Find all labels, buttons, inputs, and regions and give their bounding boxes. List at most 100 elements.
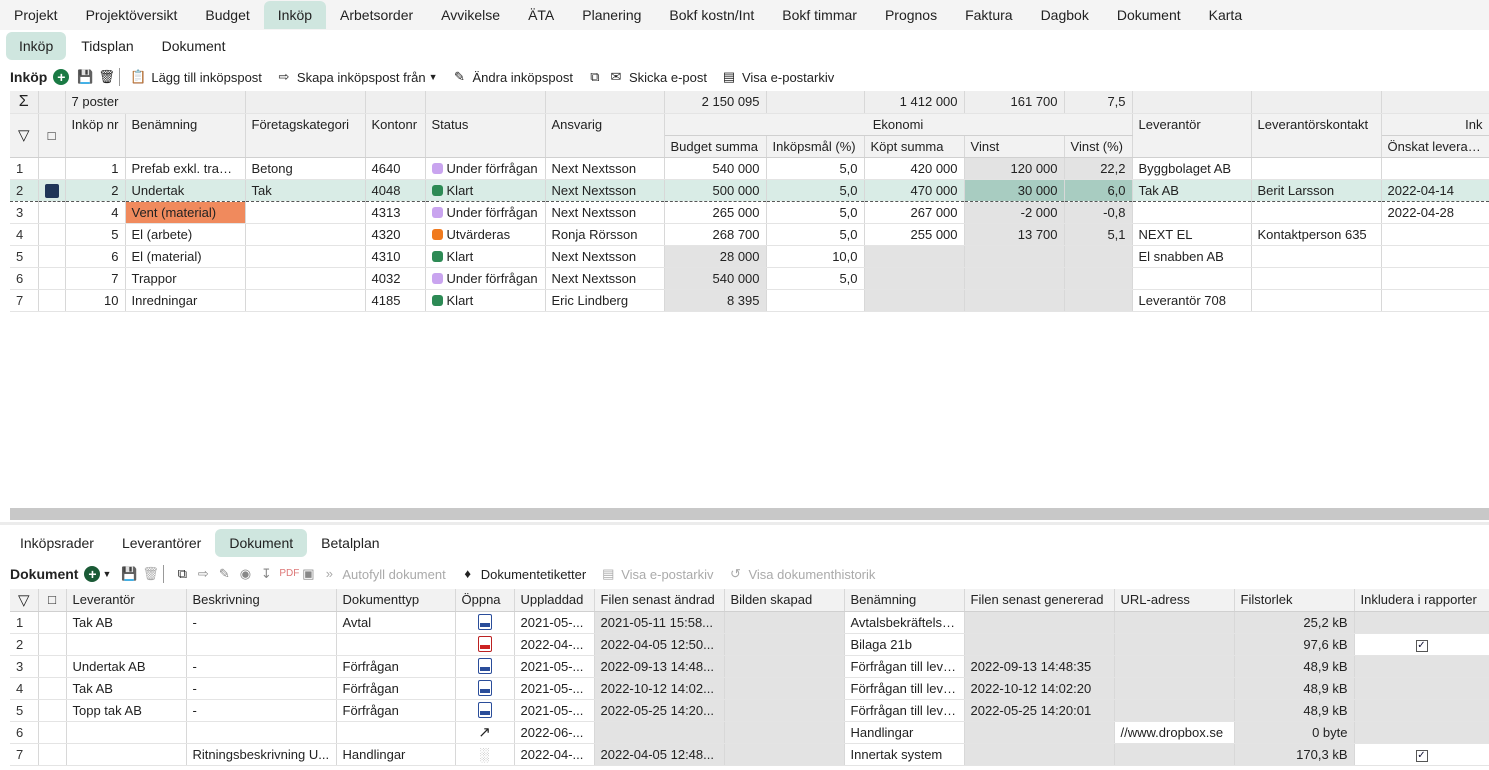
add-icon[interactable]: + (53, 69, 70, 85)
cell-ben[interactable]: El (arbete) (125, 223, 246, 246)
top-tab-13[interactable]: Dokument (1103, 1, 1195, 29)
cell-kopt[interactable]: 255 000 (864, 223, 965, 246)
cell-ink[interactable] (1354, 611, 1489, 634)
col-benamning[interactable]: Benämning (125, 113, 246, 158)
cell-lev[interactable]: Byggbolaget AB (1132, 157, 1252, 180)
cell-konto[interactable]: 4185 (365, 289, 426, 312)
cell-status[interactable]: Klart (425, 245, 546, 268)
bottom-tab-2[interactable]: Dokument (215, 529, 308, 557)
cell-konto[interactable]: 4313 (365, 201, 426, 224)
cell-ben[interactable]: Undertak (125, 178, 246, 202)
send-email-button[interactable]: ✉ Skicka e-post (608, 69, 707, 85)
cell-note[interactable] (38, 201, 66, 224)
col-foretagskategori[interactable]: Företagskategori (245, 113, 366, 158)
bottom-tab-3[interactable]: Betalplan (307, 529, 393, 557)
cell-note[interactable] (38, 157, 66, 180)
sub-tab-0[interactable]: Inköp (6, 32, 67, 60)
cell-kontakt[interactable]: Kontaktperson 635 (1251, 223, 1382, 246)
autofill-button[interactable]: » Autofyll dokument (321, 566, 446, 582)
cell-note[interactable] (38, 223, 66, 246)
cell-datum[interactable]: 2022-04-28 (1381, 201, 1489, 224)
cell-ink[interactable] (1354, 677, 1489, 700)
cell-nr[interactable]: 7 (65, 267, 126, 290)
cell-ansv[interactable]: Eric Lindberg (545, 289, 665, 312)
col-vinst-pct[interactable]: Vinst (%) (1064, 135, 1133, 158)
cell-kontakt[interactable] (1251, 289, 1382, 312)
cell-lev[interactable]: NEXT EL (1132, 223, 1252, 246)
cell-status[interactable]: Under förfrågan (425, 267, 546, 290)
col-leverantorskontakt[interactable]: Leverantörskontakt (1251, 113, 1382, 158)
top-tab-11[interactable]: Faktura (951, 1, 1026, 29)
external-link-icon[interactable]: ↗ (478, 724, 491, 741)
cell-kat[interactable] (245, 289, 366, 312)
edit-purchase-button[interactable]: ✎ Ändra inköpspost (451, 69, 573, 85)
col-inkludera[interactable]: Inkludera i rapporter (1354, 589, 1489, 612)
bottom-tab-0[interactable]: Inköpsrader (6, 529, 108, 557)
col-leverantor[interactable]: Leverantör (1132, 113, 1252, 158)
cell-note[interactable] (38, 267, 66, 290)
col-oppna[interactable]: Öppna (455, 589, 515, 612)
col-inkopsmal[interactable]: Inköpsmål (%) (766, 135, 865, 158)
cell-kontakt[interactable]: Berit Larsson (1251, 178, 1382, 202)
cell-vpct[interactable] (1064, 245, 1133, 268)
cell-budget[interactable]: 540 000 (664, 267, 767, 290)
col-benamning[interactable]: Benämning (844, 589, 965, 612)
table-row[interactable]: 1 1 Prefab exkl. trapp... Betong 4640 Under f… (10, 157, 1489, 180)
cell-datum[interactable]: 2022-04-14 (1381, 178, 1489, 202)
cell-vinst[interactable] (964, 245, 1065, 268)
doc-row[interactable]: 5 Topp tak AB - Förfrågan 2021-05-... 2022-05… (10, 699, 1489, 722)
cell-kontakt[interactable] (1251, 245, 1382, 268)
cell-budget[interactable]: 8 395 (664, 289, 767, 312)
cell-ansv[interactable]: Next Nextsson (545, 201, 665, 224)
cell-kat[interactable]: Tak (245, 178, 366, 202)
col-onskat[interactable]: Önskat leveransda (1381, 135, 1489, 158)
doc-row[interactable]: 3 Undertak AB - Förfrågan 2021-05-... 2022-09… (10, 655, 1489, 678)
cell-kat[interactable] (245, 201, 366, 224)
cell-vinst[interactable]: -2 000 (964, 201, 1065, 224)
include-checkbox[interactable]: ✓ (1415, 750, 1428, 762)
edit-icon[interactable]: ✎ (216, 566, 232, 582)
include-checkbox[interactable]: ✓ (1415, 640, 1428, 652)
col-beskrivning[interactable]: Beskrivning (186, 589, 337, 612)
email-archive-button[interactable]: ▤ Visa e-postarkiv (721, 69, 834, 85)
cell-kopt[interactable] (864, 245, 965, 268)
cell-kat[interactable] (245, 245, 366, 268)
cell-nr[interactable]: 1 (65, 157, 126, 180)
email-archive-button[interactable]: ▤ Visa e-postarkiv (600, 566, 713, 582)
cell-lev[interactable] (1132, 201, 1252, 224)
doc-row[interactable]: 7 Ritningsbeskrivning U... Handlingar ░ 2022… (10, 743, 1489, 766)
save-icon[interactable]: 💾 (77, 69, 93, 85)
cell-open[interactable] (455, 677, 515, 700)
col-uppladdad[interactable]: Uppladdad (514, 589, 595, 612)
bottom-tab-1[interactable]: Leverantörer (108, 529, 215, 557)
doc-file-icon[interactable] (477, 680, 492, 697)
cell-ink[interactable]: ✓ (1354, 743, 1489, 766)
top-tab-1[interactable]: Projektöversikt (72, 1, 192, 29)
cell-note[interactable] (38, 289, 66, 312)
image-icon[interactable]: ▣ (300, 566, 316, 582)
sub-tab-2[interactable]: Dokument (149, 32, 239, 60)
col-kontonr[interactable]: Kontonr (365, 113, 426, 158)
table-row[interactable]: 5 6 El (material) 4310 Klart Next Nextsson 28 … (10, 245, 1489, 268)
col-dokumenttyp[interactable]: Dokumenttyp (336, 589, 456, 612)
cell-datum[interactable] (1381, 245, 1489, 268)
cell-nr[interactable]: 2 (65, 178, 126, 202)
cell-open[interactable]: ↗ (455, 721, 515, 744)
cell-open[interactable] (455, 655, 515, 678)
filter-icon[interactable]: ▽ (10, 113, 39, 158)
cell-nr[interactable]: 5 (65, 223, 126, 246)
cell-n[interactable]: 2 (10, 178, 39, 202)
table-row[interactable]: 4 5 El (arbete) 4320 Utvärderas Ronja Rörsson… (10, 223, 1489, 246)
document-tags-button[interactable]: ♦ Dokumentetiketter (460, 566, 586, 582)
table-row[interactable]: 6 7 Trappor 4032 Under förfrågan Next Nextsso… (10, 267, 1489, 290)
cell-ben[interactable]: Vent (material) (125, 201, 246, 224)
cell-kopt[interactable]: 267 000 (864, 201, 965, 224)
cell-ansv[interactable]: Next Nextsson (545, 245, 665, 268)
table-row[interactable]: 7 10 Inredningar 4185 Klart Eric Lindberg 8 39… (10, 289, 1489, 312)
cell-datum[interactable] (1381, 157, 1489, 180)
cell-nr[interactable]: 6 (65, 245, 126, 268)
note-icon[interactable]: □ (38, 113, 66, 158)
cell-konto[interactable]: 4640 (365, 157, 426, 180)
top-tab-14[interactable]: Karta (1195, 1, 1256, 29)
image-thumbnail-icon[interactable]: ░ (480, 747, 489, 762)
